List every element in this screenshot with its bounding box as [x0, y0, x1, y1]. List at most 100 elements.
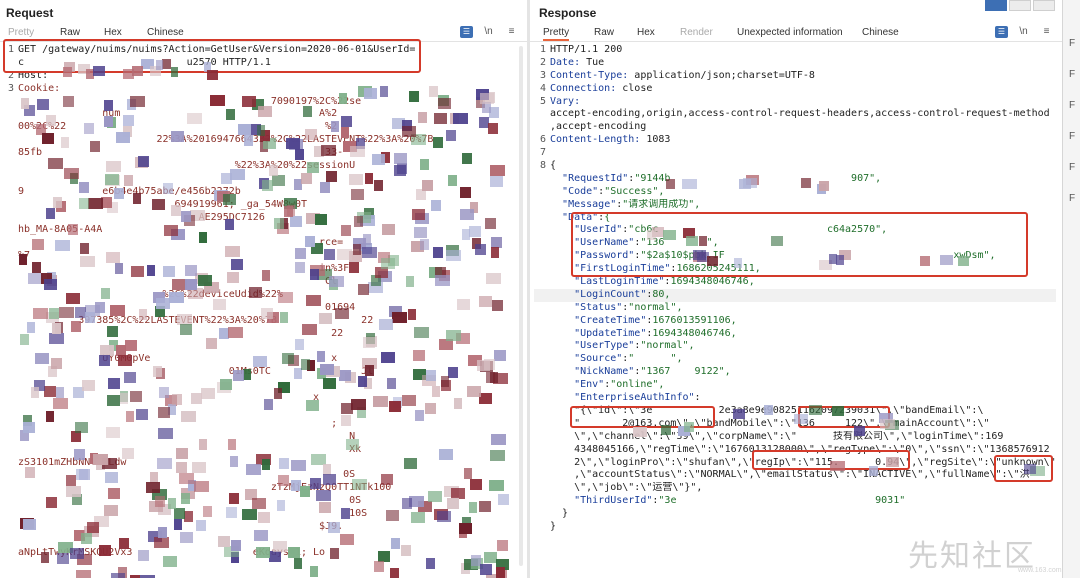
redaction-block: [380, 86, 388, 97]
line-text: Cookie:: [18, 82, 61, 94]
redaction-block: [362, 247, 377, 258]
request-tab-chinese[interactable]: Chinese: [147, 27, 184, 38]
redaction-block: [115, 263, 123, 274]
redaction-block: [238, 124, 251, 135]
redaction-block: [106, 252, 120, 263]
request-tab-raw[interactable]: Raw: [60, 27, 81, 41]
newline-toggle[interactable]: \n: [482, 26, 495, 38]
redaction-block: [404, 458, 417, 469]
redaction-block: [206, 338, 217, 349]
redaction-block: [433, 247, 443, 258]
response-tab-pretty[interactable]: Pretty: [543, 27, 570, 41]
line-text: "LastLoginTime":1694348046746,: [574, 276, 755, 288]
layout-horizontal-icon[interactable]: [1009, 0, 1031, 11]
redaction-block: [801, 178, 811, 188]
redaction-block: [46, 208, 55, 219]
menu-icon[interactable]: ≡: [505, 26, 518, 38]
code-line: }: [534, 508, 1056, 521]
redaction-block: [771, 236, 783, 246]
response-tab-render[interactable]: Render: [680, 27, 713, 38]
redaction-block: [231, 540, 241, 551]
redaction-block: [133, 193, 141, 204]
redaction-block: [66, 475, 76, 486]
redaction-block: [301, 173, 312, 184]
redaction-block: [441, 376, 449, 387]
redaction-block: [116, 132, 130, 143]
redaction-block: [448, 175, 457, 186]
redaction-block: [184, 511, 193, 522]
redaction-block: [228, 439, 236, 450]
response-tab-raw[interactable]: Raw: [594, 27, 614, 38]
layout-side-by-side-icon[interactable]: [985, 0, 1007, 11]
redaction-block: [486, 273, 501, 284]
redaction-block: [139, 309, 147, 320]
redaction-block: [93, 66, 105, 76]
layout-vertical-icon[interactable]: [1033, 0, 1055, 11]
redaction-block: [192, 462, 206, 473]
redaction-block: [23, 519, 36, 530]
request-scrollbar[interactable]: [519, 46, 523, 566]
redaction-block: [196, 520, 206, 531]
redaction-block: [48, 158, 63, 169]
line-text: }: [550, 520, 557, 532]
redaction-block: [489, 480, 504, 491]
redaction-block: [106, 427, 120, 438]
redaction-block: [246, 464, 261, 475]
redaction-block: [85, 312, 95, 323]
redaction-block: [70, 548, 84, 559]
inspector-strip-label[interactable]: F: [1069, 162, 1075, 173]
redaction-block: [44, 386, 56, 397]
inspector-strip-label[interactable]: F: [1069, 193, 1075, 204]
redaction-block: [136, 409, 148, 420]
redaction-block: [244, 135, 253, 146]
redaction-block: [32, 262, 41, 273]
redaction-block: [300, 486, 310, 497]
line-text: num A%2: [18, 108, 338, 120]
line-text: "RequestId":"9144b 907",: [562, 172, 882, 184]
redaction-block: [168, 498, 176, 509]
redaction-block: [104, 505, 118, 516]
request-tab-pretty[interactable]: Pretty: [8, 27, 34, 38]
redaction-block: [351, 189, 364, 200]
redaction-block: [49, 333, 64, 344]
redaction-block: [105, 174, 119, 185]
wrap-toggle-icon[interactable]: ☰: [460, 26, 473, 38]
watermark-sub: www.163.com: [1018, 567, 1062, 574]
inspector-strip-label[interactable]: F: [1069, 38, 1075, 49]
request-tab-hex[interactable]: Hex: [104, 27, 122, 38]
line-text: \",\"job\":\"运营\"}",: [550, 482, 703, 494]
redaction-block: [459, 523, 472, 534]
redaction-block: [346, 439, 359, 450]
redaction-block: [301, 359, 310, 370]
response-tab-unexpected-information[interactable]: Unexpected information: [737, 27, 843, 38]
redaction-block: [479, 296, 492, 307]
redaction-block: [496, 567, 505, 578]
redaction-block: [401, 545, 411, 556]
redaction-block: [80, 256, 95, 267]
response-tab-hex[interactable]: Hex: [637, 27, 655, 38]
redaction-block: [326, 171, 337, 182]
line-text: [18, 379, 349, 392]
inspector-strip-label[interactable]: F: [1069, 100, 1075, 111]
line-number: 5: [539, 95, 546, 107]
wrap-toggle-icon[interactable]: ☰: [995, 26, 1008, 38]
redaction-block: [42, 133, 54, 144]
response-tab-chinese[interactable]: Chinese: [862, 27, 899, 38]
newline-toggle[interactable]: \n: [1017, 26, 1030, 38]
redaction-block: [53, 398, 68, 409]
redaction-block: [324, 249, 335, 260]
redaction-block: [79, 182, 89, 193]
line-text: \",\"channel\":\"39\",\"corpName\":\" 技有…: [550, 430, 1004, 442]
redaction-block: [46, 411, 54, 422]
inspector-strip-label[interactable]: F: [1069, 131, 1075, 142]
inspector-strip-label[interactable]: F: [1069, 69, 1075, 80]
redaction-block: [454, 398, 462, 409]
menu-icon[interactable]: ≡: [1040, 26, 1053, 38]
redaction-block: [341, 116, 352, 127]
redaction-block: [124, 372, 136, 383]
redaction-block: [447, 498, 459, 509]
code-line: "Message":"请求调用成功",: [534, 199, 1056, 212]
redaction-block: [425, 403, 436, 414]
redaction-block: [460, 187, 471, 198]
redaction-block: [305, 236, 315, 247]
